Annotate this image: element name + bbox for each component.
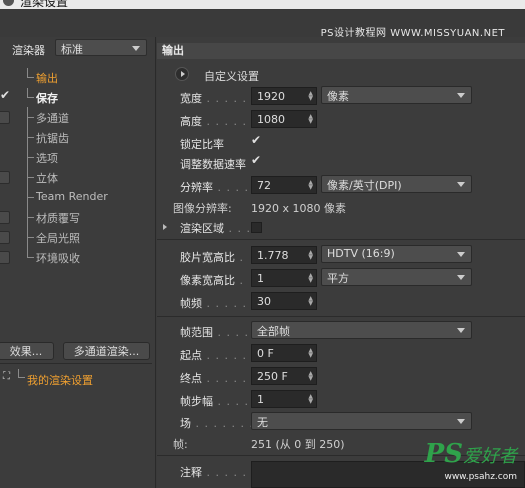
resolution-unit-select[interactable]: 像素/英寸(DPI) (321, 175, 472, 193)
spinner-icon[interactable]: ▲ ▼ (308, 250, 313, 261)
watermark-bottom: PS爱好者 www.psahz.com (424, 439, 517, 482)
spinner-icon[interactable]: ▲ ▼ (308, 273, 313, 284)
lock-ratio-label: 锁定比率 (180, 138, 224, 151)
chevron-down-icon (132, 46, 140, 51)
tree-item-multipass[interactable]: 多通道 (0, 108, 155, 126)
frame-range-label: 帧范围 . . . . . (180, 326, 258, 339)
enable-checkbox[interactable] (0, 111, 10, 124)
tree-item-label: 全局光照 (36, 232, 80, 245)
tree-item-options[interactable]: 选项 (0, 148, 155, 166)
frames-label: 帧: (173, 438, 188, 451)
tree-item-global-illumination[interactable]: 全局光照 (0, 228, 155, 246)
pixel-aspect-label: 像素宽高比 . (180, 274, 244, 287)
multipass-render-button[interactable]: 多通道渲染... (63, 342, 150, 360)
chevron-down-icon (457, 252, 465, 257)
window-title: 渲染设置 (20, 0, 69, 9)
render-region-checkbox[interactable] (251, 222, 262, 233)
tree-item-save[interactable]: ✔ 保存 (0, 88, 155, 106)
resolution-input[interactable]: 72 ▲ ▼ (251, 176, 317, 194)
tree-item-label: 输出 (36, 72, 58, 85)
expand-icon[interactable]: ⛶ (3, 371, 10, 382)
pixel-aspect-select[interactable]: 平方 (321, 268, 472, 286)
effects-button[interactable]: 效果... (0, 342, 54, 360)
frame-step-label: 帧步幅 . . . . (180, 395, 249, 408)
start-input[interactable]: 0 F ▲ ▼ (251, 344, 317, 362)
right-panel: 输出 自定义设置 宽度 . . . . . . . 1920 ▲ ▼ 像素 高度 .… (157, 37, 525, 488)
tree-item-label: Team Render (36, 190, 108, 203)
renderer-select[interactable]: 标准 (55, 39, 147, 56)
resolution-label: 分辨率 . . . . . (180, 181, 258, 194)
end-input[interactable]: 250 F ▲ ▼ (251, 367, 317, 385)
film-aspect-input[interactable]: 1.778 ▲ ▼ (251, 246, 317, 264)
tree-item-label: 抗锯齿 (36, 132, 69, 145)
width-input[interactable]: 1920 ▲ ▼ (251, 87, 317, 105)
tree-item-label: 选项 (36, 152, 58, 165)
renderer-value: 标准 (61, 43, 83, 56)
film-aspect-select[interactable]: HDTV (16:9) (321, 245, 472, 263)
play-icon[interactable] (175, 67, 189, 81)
size-unit-select[interactable]: 像素 (321, 86, 472, 104)
spinner-icon[interactable]: ▲ ▼ (308, 180, 313, 191)
chevron-down-icon (457, 93, 465, 98)
image-resolution-label: 图像分辨率: (173, 202, 232, 215)
notes-label: 注释 . . . . . . (180, 466, 256, 479)
app-icon (3, 0, 14, 6)
tree-item-team-render[interactable]: Team Render (0, 188, 155, 206)
field-select[interactable]: 无 (251, 412, 472, 430)
tree-item-label: 立体 (36, 172, 58, 185)
frame-step-input[interactable]: 1 ▲ ▼ (251, 390, 317, 408)
left-panel: 渲染器 标准 输出 ✔ 保存 多通道 抗锯齿 选项 立体 Team Render… (0, 37, 156, 488)
preset-label: 我的渲染设置 (27, 374, 93, 387)
checkmark-icon[interactable]: ✔ (0, 88, 10, 102)
tree-item-ambient-occlusion[interactable]: 环境吸收 (0, 248, 155, 266)
adjust-rate-label: 调整数据速率 (180, 158, 246, 171)
enable-checkbox[interactable] (0, 231, 10, 244)
frames-value: 251 (从 0 到 250) (251, 438, 345, 451)
tree-item-material-override[interactable]: 材质覆写 (0, 208, 155, 226)
tree-item-label: 材质覆写 (36, 212, 80, 225)
preset-name: 自定义设置 (204, 70, 259, 83)
spinner-icon[interactable]: ▲ ▼ (308, 91, 313, 102)
enable-checkbox[interactable] (0, 171, 10, 184)
spinner-icon[interactable]: ▲ ▼ (308, 348, 313, 359)
tree-item-output[interactable]: 输出 (0, 68, 155, 86)
render-region-label: 渲染区域 . . . (180, 222, 251, 235)
tree-item-label: 保存 (36, 92, 58, 105)
window-titlebar: 渲染设置 (0, 0, 525, 9)
enable-checkbox[interactable] (0, 251, 10, 264)
adjust-rate-checkbox[interactable]: ✔ (251, 153, 261, 167)
tree-item-antialiasing[interactable]: 抗锯齿 (0, 128, 155, 146)
enable-checkbox[interactable] (0, 211, 10, 224)
tree-item-label: 多通道 (36, 112, 69, 125)
spinner-icon[interactable]: ▲ ▼ (308, 114, 313, 125)
chevron-down-icon (457, 275, 465, 280)
tree-item-stereo[interactable]: 立体 (0, 168, 155, 186)
chevron-down-icon (457, 182, 465, 187)
section-title: 输出 (157, 43, 525, 59)
expand-arrow-icon[interactable] (163, 224, 167, 230)
chevron-down-icon (457, 419, 465, 424)
height-input[interactable]: 1080 ▲ ▼ (251, 110, 317, 128)
preset-item[interactable]: ⛶ 我的渲染设置 (0, 369, 152, 387)
image-resolution-value: 1920 x 1080 像素 (251, 202, 346, 215)
lock-ratio-checkbox[interactable]: ✔ (251, 133, 261, 147)
pixel-aspect-input[interactable]: 1 ▲ ▼ (251, 269, 317, 287)
renderer-label: 渲染器 (12, 44, 45, 57)
spinner-icon[interactable]: ▲ ▼ (308, 371, 313, 382)
fps-input[interactable]: 30 ▲ ▼ (251, 292, 317, 310)
chevron-down-icon (457, 328, 465, 333)
frame-range-select[interactable]: 全部帧 (251, 321, 472, 339)
tree-item-label: 环境吸收 (36, 252, 80, 265)
spinner-icon[interactable]: ▲ ▼ (308, 394, 313, 405)
film-aspect-label: 胶片宽高比 . (180, 251, 244, 264)
spinner-icon[interactable]: ▲ ▼ (308, 296, 313, 307)
